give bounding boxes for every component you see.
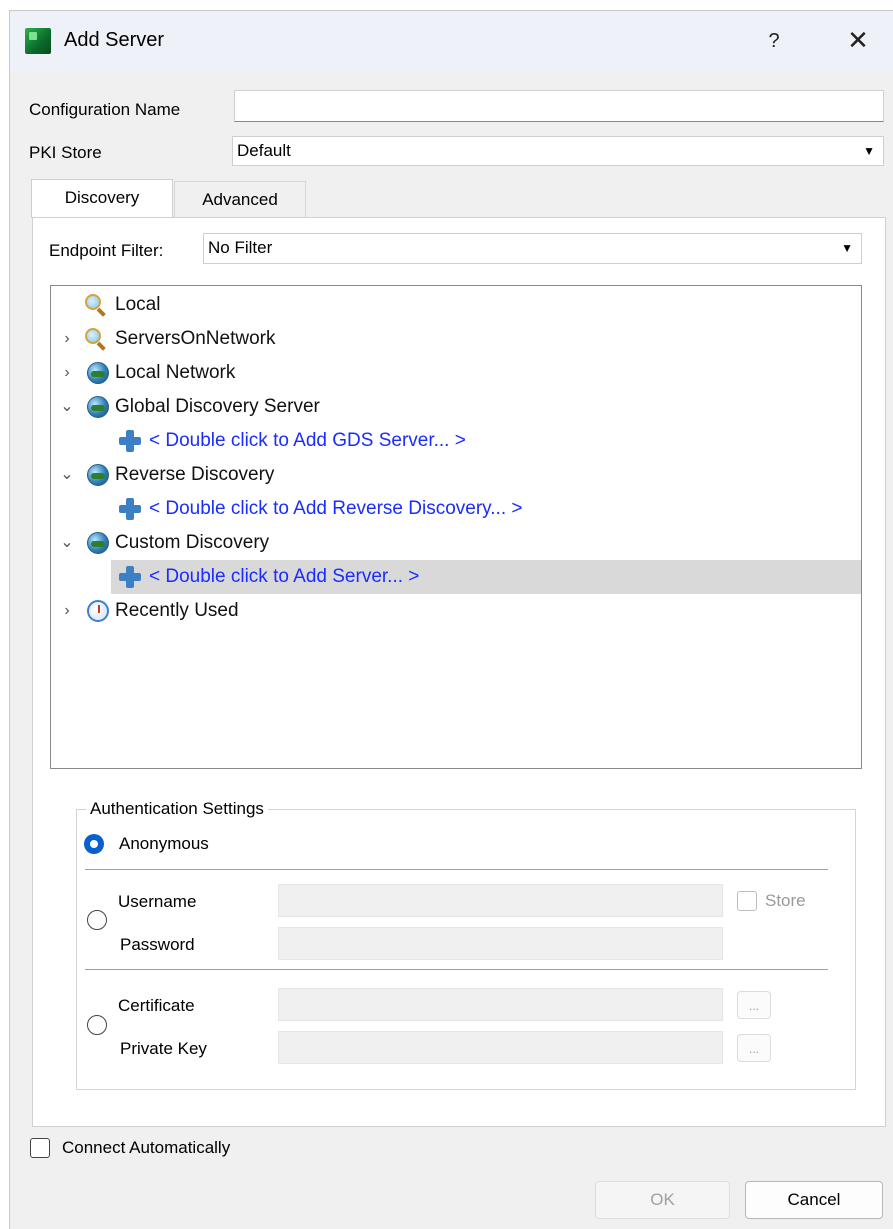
certificate-radio[interactable]: [87, 1015, 107, 1035]
plus-icon: [119, 498, 141, 520]
tree-item-add-gds-server[interactable]: < Double click to Add GDS Server... >: [111, 424, 861, 458]
tree-item-add-reverse-discovery[interactable]: < Double click to Add Reverse Discovery.…: [111, 492, 861, 526]
connect-automatically-checkbox[interactable]: [30, 1138, 50, 1158]
tree-item-label: Custom Discovery: [115, 532, 270, 553]
chevron-down-icon[interactable]: ⌄: [59, 390, 75, 424]
tree-item-add-server[interactable]: < Double click to Add Server... >: [111, 560, 861, 594]
chevron-down-icon: ▼: [863, 144, 875, 158]
pki-store-select[interactable]: Default ▼: [232, 136, 884, 166]
tree-item-local[interactable]: Local: [51, 288, 861, 322]
configuration-name-label: Configuration Name: [29, 100, 181, 119]
username-input[interactable]: [278, 884, 723, 917]
pki-store-value: Default: [237, 141, 291, 160]
tree-item-local-network[interactable]: › Local Network: [51, 356, 861, 390]
chevron-right-icon[interactable]: ›: [59, 594, 75, 628]
window-title: Add Server: [64, 29, 165, 51]
tree-item-label: Reverse Discovery: [115, 464, 275, 485]
divider: [85, 969, 828, 970]
tree-item-label: Global Discovery Server: [115, 396, 320, 417]
discovery-tree[interactable]: Local › ServersOnNetwork › Local Network…: [50, 285, 862, 769]
title-bar: Add Server ? ✕: [10, 11, 893, 71]
tab-advanced[interactable]: Advanced: [174, 181, 306, 217]
anonymous-radio[interactable]: [84, 834, 104, 854]
connect-automatically-label: Connect Automatically: [62, 1138, 231, 1157]
anonymous-label: Anonymous: [119, 834, 209, 853]
chevron-right-icon[interactable]: ›: [59, 356, 75, 390]
configuration-name-input[interactable]: [234, 90, 884, 122]
tree-item-reverse-discovery[interactable]: ⌄ Reverse Discovery: [51, 458, 861, 492]
store-label: Store: [765, 891, 806, 910]
plus-icon: [119, 430, 141, 452]
tree-item-label: < Double click to Add Server... >: [149, 566, 420, 587]
store-checkbox[interactable]: [737, 891, 757, 911]
divider: [85, 869, 828, 870]
tree-item-custom-discovery[interactable]: ⌄ Custom Discovery: [51, 526, 861, 560]
ok-button[interactable]: OK: [595, 1181, 730, 1219]
certificate-label: Certificate: [118, 996, 195, 1015]
globe-icon: [87, 532, 109, 554]
tree-item-servers-on-network[interactable]: › ServersOnNetwork: [51, 322, 861, 356]
tree-item-label: Recently Used: [115, 600, 239, 621]
browse-private-key-button[interactable]: ...: [737, 1034, 771, 1062]
pki-store-label: PKI Store: [29, 143, 102, 162]
globe-icon: [87, 464, 109, 486]
clock-icon: [87, 600, 109, 622]
magnifier-icon: [85, 328, 107, 351]
configuration-name-value: [235, 91, 883, 101]
globe-icon: [87, 396, 109, 418]
chevron-down-icon: ▼: [841, 241, 853, 255]
username-label: Username: [118, 892, 197, 911]
endpoint-filter-value: No Filter: [208, 238, 273, 257]
tree-item-global-discovery-server[interactable]: ⌄ Global Discovery Server: [51, 390, 861, 424]
chevron-down-icon[interactable]: ⌄: [59, 526, 75, 560]
username-password-radio[interactable]: [87, 910, 107, 930]
cancel-button[interactable]: Cancel: [745, 1181, 883, 1219]
app-icon: [25, 28, 51, 54]
close-button[interactable]: ✕: [843, 25, 873, 55]
plus-icon: [119, 566, 141, 588]
help-button[interactable]: ?: [762, 26, 786, 56]
private-key-input[interactable]: [278, 1031, 723, 1064]
chevron-right-icon[interactable]: ›: [59, 322, 75, 356]
tree-item-label: < Double click to Add GDS Server... >: [149, 430, 466, 451]
certificate-input[interactable]: [278, 988, 723, 1021]
tree-item-label: Local Network: [115, 362, 236, 383]
globe-icon: [87, 362, 109, 384]
password-label: Password: [120, 935, 195, 954]
chevron-down-icon[interactable]: ⌄: [59, 458, 75, 492]
tab-discovery[interactable]: Discovery: [31, 179, 173, 218]
endpoint-filter-select[interactable]: No Filter ▼: [203, 233, 862, 264]
password-input[interactable]: [278, 927, 723, 960]
browse-certificate-button[interactable]: ...: [737, 991, 771, 1019]
tree-item-recently-used[interactable]: › Recently Used: [51, 594, 861, 628]
authentication-settings-title: Authentication Settings: [86, 799, 268, 819]
add-server-dialog: Add Server ? ✕ Configuration Name PKI St…: [9, 10, 893, 1229]
tree-item-label: ServersOnNetwork: [115, 328, 276, 349]
endpoint-filter-label: Endpoint Filter:: [49, 241, 164, 260]
tree-item-label: < Double click to Add Reverse Discovery.…: [149, 498, 523, 519]
private-key-label: Private Key: [120, 1039, 207, 1058]
magnifier-icon: [85, 294, 107, 317]
tree-item-label: Local: [115, 294, 161, 315]
